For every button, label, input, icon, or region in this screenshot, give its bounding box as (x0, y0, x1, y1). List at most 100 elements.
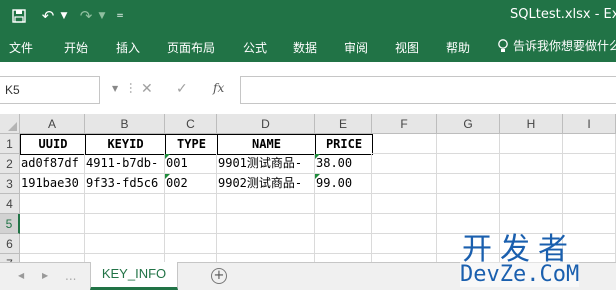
cell-c7[interactable] (165, 254, 217, 262)
cell-i5[interactable] (563, 214, 616, 234)
cell-i3[interactable] (563, 174, 616, 194)
cell-a4[interactable] (20, 194, 85, 214)
name-box[interactable]: K5 (0, 76, 100, 104)
cell-b2[interactable]: 4911-b7db- (85, 154, 165, 174)
redo-dropdown[interactable]: ▼ (96, 0, 108, 32)
sheet-tab-key-info[interactable]: KEY_INFO (90, 262, 178, 290)
formula-bar-splitter[interactable]: ⋯ (124, 82, 138, 92)
cell-c6[interactable] (165, 234, 217, 254)
cell-a1[interactable]: UUID (20, 134, 86, 155)
cell-b3[interactable]: 9f33-fd5c6 (85, 174, 165, 194)
column-header-d[interactable]: D (217, 114, 315, 134)
cell-g7[interactable] (437, 254, 500, 262)
tab-review[interactable]: 审阅 (344, 39, 368, 56)
cell-a3[interactable]: 191bae30 (20, 174, 85, 194)
tab-home[interactable]: 开始 (64, 39, 88, 56)
column-header-c[interactable]: C (165, 114, 217, 134)
cell-d6[interactable] (217, 234, 315, 254)
cell-d7[interactable] (217, 254, 315, 262)
add-sheet-button[interactable]: + (211, 268, 227, 284)
cell-d4[interactable] (217, 194, 315, 214)
cell-f7[interactable] (372, 254, 437, 262)
cell-e6[interactable] (315, 234, 372, 254)
cell-e2[interactable]: 38.00 (315, 154, 372, 174)
insert-function-button[interactable]: fx (213, 81, 224, 95)
cell-i1[interactable] (563, 134, 616, 154)
row-header-3[interactable]: 3 (0, 174, 20, 194)
column-header-a[interactable]: A (20, 114, 85, 134)
tab-page-layout[interactable]: 页面布局 (167, 39, 215, 56)
cell-h5[interactable] (500, 214, 563, 234)
row-header-5[interactable]: 5 (0, 214, 20, 234)
cell-h6[interactable] (500, 234, 563, 254)
save-button[interactable] (6, 0, 32, 32)
cell-c5[interactable] (165, 214, 217, 234)
cell-b1[interactable]: KEYID (85, 134, 166, 155)
cell-b7[interactable] (85, 254, 165, 262)
cell-i7[interactable] (563, 254, 616, 262)
cell-d5[interactable] (217, 214, 315, 234)
cell-f1[interactable] (372, 134, 437, 154)
cell-f6[interactable] (372, 234, 437, 254)
cell-d2[interactable]: 9901测试商品- (217, 154, 315, 174)
tab-formulas[interactable]: 公式 (243, 39, 267, 56)
tab-data[interactable]: 数据 (293, 39, 317, 56)
cell-a2[interactable]: ad0f87df (20, 154, 85, 174)
cell-e5[interactable] (315, 214, 372, 234)
cell-h4[interactable] (500, 194, 563, 214)
cell-c1[interactable]: TYPE (165, 134, 218, 155)
cell-f2[interactable] (372, 154, 437, 174)
customize-qat-button[interactable]: = (113, 0, 127, 32)
select-all-button[interactable] (0, 114, 20, 134)
tab-file[interactable]: 文件 (9, 39, 33, 56)
cell-e4[interactable] (315, 194, 372, 214)
column-header-f[interactable]: F (372, 114, 437, 134)
cell-b4[interactable] (85, 194, 165, 214)
name-box-dropdown[interactable]: ▼ (112, 84, 118, 93)
next-sheet-button[interactable]: ▶ (42, 271, 48, 280)
formula-input[interactable] (240, 76, 616, 104)
column-header-e[interactable]: E (315, 114, 372, 134)
cell-a5[interactable] (20, 214, 85, 234)
column-header-i[interactable]: I (563, 114, 616, 134)
enter-button[interactable]: ✓ (176, 81, 188, 97)
cell-e7[interactable] (315, 254, 372, 262)
cell-g6[interactable] (437, 234, 500, 254)
undo-dropdown[interactable]: ▼ (58, 0, 70, 32)
row-header-2[interactable]: 2 (0, 154, 20, 174)
column-header-h[interactable]: H (500, 114, 563, 134)
cell-g4[interactable] (437, 194, 500, 214)
cell-h7[interactable] (500, 254, 563, 262)
cell-g2[interactable] (437, 154, 500, 174)
tell-me-box[interactable]: 告诉我你想要做什么 (497, 37, 616, 54)
tab-help[interactable]: 帮助 (446, 39, 470, 56)
cell-i4[interactable] (563, 194, 616, 214)
more-sheets-button[interactable]: ... (65, 269, 76, 283)
row-header-6[interactable]: 6 (0, 234, 20, 254)
cell-a6[interactable] (20, 234, 85, 254)
redo-button[interactable]: ↷ (76, 0, 96, 32)
cell-b5[interactable] (85, 214, 165, 234)
cell-g3[interactable] (437, 174, 500, 194)
prev-sheet-button[interactable]: ◀ (18, 271, 24, 280)
cell-i2[interactable] (563, 154, 616, 174)
cell-g1[interactable] (437, 134, 500, 154)
cell-a7[interactable] (20, 254, 85, 262)
row-header-1[interactable]: 1 (0, 134, 20, 154)
row-header-4[interactable]: 4 (0, 194, 20, 214)
cell-h2[interactable] (500, 154, 563, 174)
cell-d3[interactable]: 9902测试商品- (217, 174, 315, 194)
spreadsheet-grid[interactable]: A B C D E F G H I 1 2 3 4 5 6 7 UUID KEY… (0, 114, 616, 262)
cell-c3[interactable]: 002 (165, 174, 217, 194)
cancel-button[interactable]: ✕ (141, 81, 153, 97)
cell-f3[interactable] (372, 174, 437, 194)
undo-button[interactable]: ↶ (38, 0, 58, 32)
cell-c4[interactable] (165, 194, 217, 214)
cell-e1[interactable]: PRICE (315, 134, 373, 155)
row-header-7[interactable]: 7 (0, 254, 20, 262)
column-header-g[interactable]: G (437, 114, 500, 134)
column-header-b[interactable]: B (85, 114, 165, 134)
cell-f5[interactable] (372, 214, 437, 234)
cell-b6[interactable] (85, 234, 165, 254)
cell-c2[interactable]: 001 (165, 154, 217, 174)
